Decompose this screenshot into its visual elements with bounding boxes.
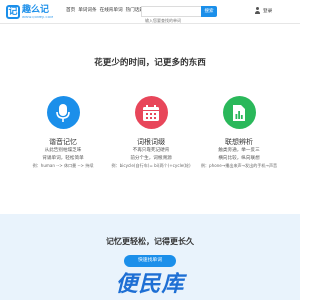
calendar-icon [143,104,159,121]
feature-icon-circle [46,96,80,129]
feature-title: 联想辨析 [225,138,253,146]
feature-title: 谐音记忆 [49,138,77,146]
feature-example: 例：bicycle(自行车)= bi(两个)+cycle(轮) [111,163,191,169]
bottom-banner: 记忆更轻松，记得更长久 快速找单词 便民库 [0,214,300,300]
feature-title: 词根词缀 [137,138,165,146]
feature-line: 从此告别枯燥乏味 [44,148,82,153]
logo-mark: 记 [6,5,20,19]
feature-example: 例：human --> 休口曼 --> 持续 [32,163,94,169]
feature-word-roots: 词根词缀 不再只靠死记硬背 前分个生，词根溯源 例：bicycle(自行车)= … [111,96,191,170]
feature-homophone: 谐音记忆 从此告别枯燥乏味 背诵单词，轻松简单 例：human --> 休口曼 … [23,96,103,170]
search-input[interactable] [142,16,201,25]
login-link[interactable]: 登录 [254,7,272,14]
feature-example: 例：phone→播出来声→发出的手机→声音 [200,163,278,169]
search-box [141,6,201,25]
feature-icon-circle [134,96,168,129]
nav-word-entries[interactable]: 单词词条 [78,7,96,13]
page-slogan: 花更少的时间，记更多的东西 [94,58,206,68]
logo-subtitle: WWW.QUMEJI.COM [22,15,54,19]
site-logo[interactable]: 记 趣么记 WWW.QUMEJI.COM [6,3,53,21]
user-icon [254,7,261,14]
search-button[interactable]: 搜索 [201,6,217,17]
document-chart-icon [233,104,245,121]
feature-line: 横向比较，纵向联想 [218,155,260,161]
logo-name: 趣么记 [22,5,50,15]
feature-association: 联想辨析 触类旁通，举一反三 横向比较，纵向联想 例：phone→播出来声→发出… [199,96,279,170]
feature-line: 不再只靠死记硬背 [132,148,170,153]
feature-line: 前分个生，词根溯源 [130,155,172,161]
top-header: 记 趣么记 WWW.QUMEJI.COM 首页 单词词条 在线背单词 热门话题 … [0,0,300,25]
login-label: 登录 [263,8,273,14]
feature-line: 触类旁通，举一反三 [218,148,260,153]
feature-line: 背诵单词，轻松简单 [42,155,84,161]
watermark-logo: 便民库 [115,272,185,297]
feature-icon-circle [222,96,256,129]
nav-online-memorize[interactable]: 在线背单词 [100,7,123,13]
banner-title: 记忆更轻松，记得更长久 [106,237,194,246]
nav-home[interactable]: 首页 [66,7,75,13]
microphone-icon [56,103,70,122]
